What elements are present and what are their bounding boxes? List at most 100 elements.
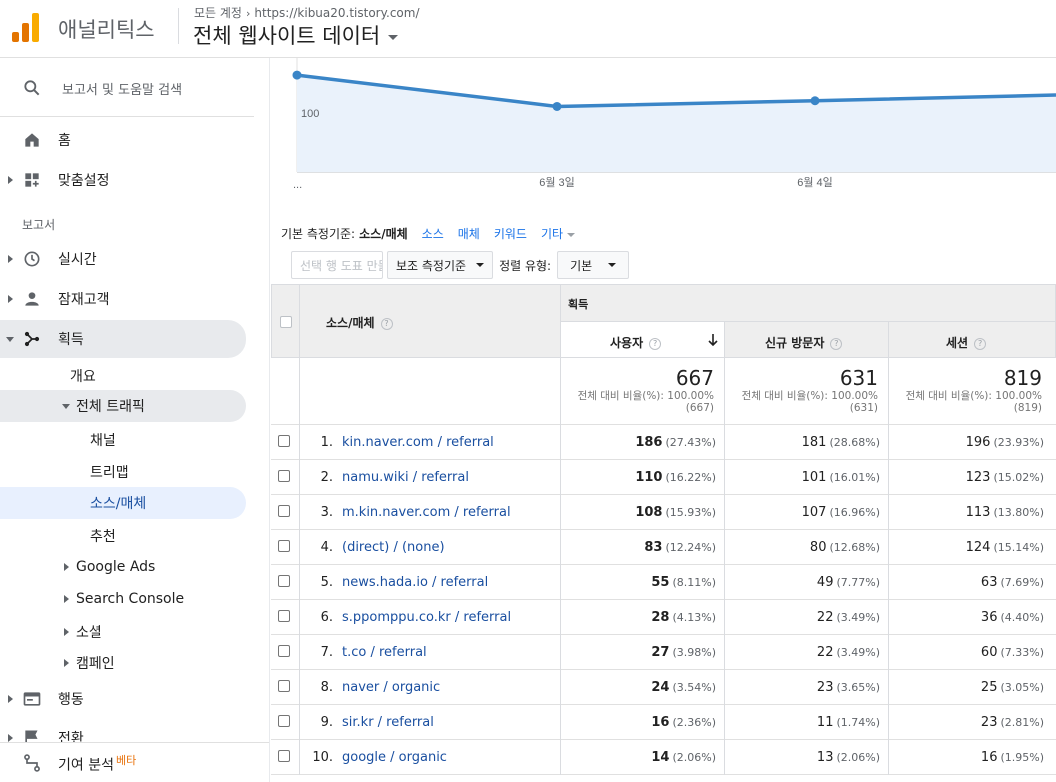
search-icon [24, 80, 40, 96]
row-checkbox[interactable] [278, 645, 290, 657]
column-header-source-medium: 소스/매체? [326, 314, 393, 331]
sidebar-item-audience[interactable]: 잠재고객 [0, 281, 246, 317]
header-sessions-cell[interactable]: 세션? [888, 321, 1056, 358]
property-selector[interactable]: 전체 웹사이트 데이터 [193, 20, 399, 50]
sidebar-item-search-console[interactable]: Search Console [0, 581, 246, 617]
total-value: 819 [1003, 366, 1042, 390]
new-users-cell: 23 (3.65%) [724, 680, 880, 695]
users-value: 16 [651, 715, 670, 730]
source-medium-link[interactable]: s.ppomppu.co.kr / referral [342, 610, 511, 625]
breadcrumb-url[interactable]: https://kibua20.tistory.com/ [254, 6, 419, 20]
sidebar-search[interactable]: 보고서 및 도움말 검색 [0, 70, 246, 106]
analytics-logo-icon[interactable] [12, 12, 40, 42]
sidebar-item-treemap[interactable]: 트리맵 [0, 454, 246, 490]
row-checkbox[interactable] [278, 715, 290, 727]
source-medium-link[interactable]: google / organic [342, 750, 447, 765]
total-of: (819) [1013, 402, 1042, 414]
sidebar-item-all-traffic[interactable]: 전체 트래픽 [0, 390, 246, 422]
chart-point[interactable] [292, 70, 302, 80]
sidebar-item-home[interactable]: 홈 [0, 122, 246, 158]
chart-point[interactable] [810, 96, 820, 106]
sort-type-dropdown[interactable]: 기본 [557, 251, 630, 279]
breadcrumb[interactable]: 모든 계정 › https://kibua20.tistory.com/ [194, 4, 420, 21]
plot-rows-button[interactable]: 선택 행 도표 만들기 [291, 251, 383, 279]
chart-x-tick: 6월 3일 [539, 175, 575, 189]
sidebar-item-realtime[interactable]: 실시간 [0, 241, 246, 277]
new-users-cell: 22 (3.49%) [724, 645, 880, 660]
dimension-option-keyword[interactable]: 키워드 [494, 227, 527, 241]
source-medium-link[interactable]: sir.kr / referral [342, 715, 434, 730]
sessions-cell: 196 (23.93%) [888, 435, 1044, 450]
dimension-option-medium[interactable]: 매체 [458, 227, 480, 241]
sidebar-item-source-medium[interactable]: 소스/매체 [0, 487, 246, 519]
sessions-cell: 60 (7.33%) [888, 645, 1044, 660]
row-checkbox[interactable] [278, 750, 290, 762]
source-medium-link[interactable]: m.kin.naver.com / referral [342, 505, 511, 520]
help-icon[interactable]: ? [830, 337, 843, 350]
sidebar-item-channels[interactable]: 채널 [0, 422, 246, 458]
source-medium-link[interactable]: (direct) / (none) [342, 540, 445, 555]
sidebar-item-acq-overview[interactable]: 개요 [0, 358, 246, 394]
breadcrumb-account[interactable]: 모든 계정 [194, 6, 242, 20]
expand-arrow-icon [8, 176, 13, 184]
sidebar-item-customization[interactable]: 맞춤설정 [0, 162, 246, 198]
sessions-pct: (1.95%) [1000, 751, 1044, 764]
source-medium-link[interactable]: news.hada.io / referral [342, 575, 488, 590]
sessions-value: 16 [980, 750, 998, 765]
users-cell: 83 (12.24%) [560, 540, 716, 555]
dimension-option-more[interactable]: 기타 [541, 227, 575, 241]
source-medium-link[interactable]: kin.naver.com / referral [342, 435, 494, 450]
search-placeholder: 보고서 및 도움말 검색 [62, 82, 183, 98]
row-checkbox[interactable] [278, 435, 290, 447]
help-icon[interactable]: ? [974, 337, 987, 350]
sidebar-item-attribution[interactable]: 기여 분석 베타 [0, 745, 246, 781]
source-medium-link[interactable]: namu.wiki / referral [342, 470, 469, 485]
select-all-checkbox[interactable] [280, 316, 292, 328]
sidebar-item-acquisition[interactable]: 획득 [0, 320, 246, 358]
users-value: 28 [651, 610, 670, 625]
row-checkbox[interactable] [278, 540, 290, 552]
row-number: 9. [320, 715, 333, 730]
secondary-dimension-dropdown[interactable]: 보조 측정기준 [387, 251, 494, 279]
new-users-cell: 181 (28.68%) [724, 435, 880, 450]
sidebar-item-label: 소셜 [76, 625, 102, 641]
help-icon[interactable]: ? [649, 337, 662, 350]
help-icon[interactable]: ? [380, 317, 393, 330]
row-checkbox[interactable] [278, 505, 290, 517]
row-checkbox[interactable] [278, 575, 290, 587]
table-row: 7. t.co / referral 27 (3.98%) 22 (3.49%) 60 (7.… [271, 635, 1056, 670]
sidebar-item-campaigns[interactable]: 캠페인 [0, 645, 246, 681]
chart-point[interactable] [552, 101, 562, 111]
sidebar-item-behavior[interactable]: 행동 [0, 681, 246, 717]
users-value: 108 [635, 505, 663, 520]
users-cell: 28 (4.13%) [560, 610, 716, 625]
row-checkbox[interactable] [278, 470, 290, 482]
reports-section-label: 보고서 [22, 218, 56, 232]
row-checkbox[interactable] [278, 680, 290, 692]
users-cell: 24 (3.54%) [560, 680, 716, 695]
source-medium-link[interactable]: naver / organic [342, 680, 440, 695]
expand-arrow-icon [64, 628, 69, 636]
row-checkbox[interactable] [278, 610, 290, 622]
sort-type-value: 기본 [570, 258, 593, 273]
header-users-cell[interactable]: 사용자? [560, 321, 725, 358]
sessions-cell: 123 (15.02%) [888, 470, 1044, 485]
header-dimension-cell[interactable]: 소스/매체? [299, 284, 561, 358]
sidebar-item-label: 추천 [90, 529, 116, 545]
dimension-option-source[interactable]: 소스 [422, 227, 444, 241]
sidebar-item-label: 전체 트래픽 [76, 399, 145, 415]
sidebar-item-label: 소스/매체 [90, 496, 147, 512]
header-new-users-cell[interactable]: 신규 방문자? [724, 321, 889, 358]
source-medium-link[interactable]: t.co / referral [342, 645, 427, 660]
sort-descending-icon[interactable] [707, 333, 719, 347]
column-header-new-users: 신규 방문자? [765, 334, 843, 351]
users-pct: (2.06%) [672, 751, 716, 764]
sidebar-item-google-ads[interactable]: Google Ads [0, 549, 246, 585]
row-number: 8. [320, 680, 333, 695]
users-value: 83 [644, 540, 663, 555]
users-value: 55 [651, 575, 670, 590]
expand-arrow-icon [64, 659, 69, 667]
new-users-cell: 13 (2.06%) [724, 750, 880, 765]
column-header-sessions: 세션? [946, 334, 987, 351]
total-of: (631) [849, 402, 878, 414]
